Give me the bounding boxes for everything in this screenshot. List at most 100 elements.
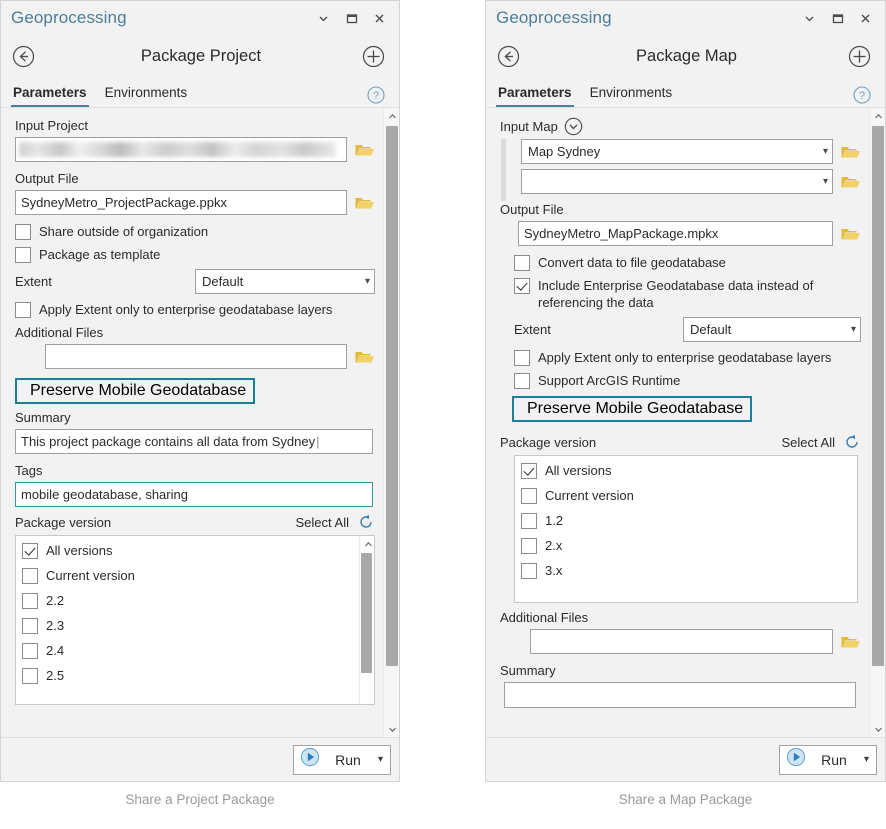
additional-files-field[interactable] — [45, 344, 347, 369]
version-item-2-2[interactable]: 2.2 — [22, 592, 359, 609]
reset-refresh-icon[interactable] — [843, 433, 861, 451]
chevron-down-icon[interactable] — [315, 10, 332, 27]
browse-folder-icon[interactable] — [840, 141, 861, 162]
version-checkbox[interactable] — [521, 463, 537, 479]
tab-parameters[interactable]: Parameters — [496, 85, 574, 107]
chevron-down-icon[interactable]: ▾ — [862, 754, 869, 765]
extent-dropdown[interactable]: Default ▾ — [683, 317, 861, 342]
select-all-link[interactable]: Select All — [296, 515, 357, 530]
input-map-dropdown-1[interactable]: Map Sydney ▾ — [521, 139, 833, 164]
version-checkbox[interactable] — [22, 668, 38, 684]
support-runtime-checkbox[interactable] — [514, 373, 530, 389]
output-file-value: SydneyMetro_ProjectPackage.ppkx — [21, 195, 227, 210]
input-project-field[interactable] — [15, 137, 347, 162]
close-icon[interactable] — [371, 10, 388, 27]
version-item-current[interactable]: Current version — [22, 567, 359, 584]
share-outside-checkbox[interactable] — [15, 224, 31, 240]
chevron-down-icon[interactable]: ▾ — [376, 754, 383, 765]
scroll-up-icon[interactable] — [384, 108, 400, 124]
convert-data-checkbox[interactable] — [514, 255, 530, 271]
scroll-down-icon[interactable] — [870, 721, 886, 737]
chevron-down-icon[interactable] — [801, 10, 818, 27]
version-item-all[interactable]: All versions — [521, 462, 857, 479]
reset-refresh-icon[interactable] — [357, 513, 375, 531]
scroll-thumb[interactable] — [361, 553, 372, 673]
browse-folder-icon[interactable] — [354, 192, 375, 213]
summary-field[interactable] — [504, 682, 856, 708]
scroll-down-icon[interactable] — [384, 721, 400, 737]
scroll-thumb[interactable] — [386, 126, 398, 666]
package-template-row[interactable]: Package as template — [15, 246, 375, 263]
version-item-all[interactable]: All versions — [22, 542, 359, 559]
output-file-field[interactable]: SydneyMetro_ProjectPackage.ppkx — [15, 190, 347, 215]
panel-toolbar: Package Map — [486, 35, 885, 77]
apply-extent-checkbox[interactable] — [15, 302, 31, 318]
browse-folder-icon[interactable] — [840, 223, 861, 244]
help-circle-icon[interactable]: ? — [853, 86, 871, 104]
input-map-dropdown-2[interactable]: ▾ — [521, 169, 833, 194]
version-checkbox[interactable] — [22, 593, 38, 609]
browse-folder-icon[interactable] — [354, 346, 375, 367]
close-icon[interactable] — [857, 10, 874, 27]
convert-data-row[interactable]: Convert data to file geodatabase — [500, 254, 861, 271]
panel-scrollbar[interactable] — [869, 108, 885, 737]
browse-folder-icon[interactable] — [354, 139, 375, 160]
version-checkbox[interactable] — [521, 488, 537, 504]
version-checkbox[interactable] — [22, 568, 38, 584]
version-checkbox[interactable] — [521, 563, 537, 579]
run-button-label: Run — [814, 752, 854, 768]
browse-folder-icon[interactable] — [840, 631, 861, 652]
window-title: Geoprocessing — [496, 8, 801, 28]
version-item-current[interactable]: Current version — [521, 487, 857, 504]
version-checkbox[interactable] — [22, 543, 38, 559]
panel-scrollbar[interactable] — [383, 108, 399, 737]
summary-value: This project package contains all data f… — [21, 434, 315, 449]
support-runtime-row[interactable]: Support ArcGIS Runtime — [500, 372, 861, 389]
version-checkbox[interactable] — [22, 643, 38, 659]
output-file-field[interactable]: SydneyMetro_MapPackage.mpkx — [518, 221, 833, 246]
share-outside-row[interactable]: Share outside of organization — [15, 223, 375, 240]
version-checkbox[interactable] — [22, 618, 38, 634]
tab-environments[interactable]: Environments — [588, 85, 675, 107]
version-item-1-2[interactable]: 1.2 — [521, 512, 857, 529]
tab-environments[interactable]: Environments — [103, 85, 190, 107]
package-version-scrollbar[interactable] — [359, 536, 374, 704]
include-enterprise-row[interactable]: Include Enterprise Geodatabase data inst… — [500, 277, 861, 311]
help-circle-icon[interactable]: ? — [367, 86, 385, 104]
plus-circle-icon[interactable] — [361, 44, 385, 68]
additional-files-field[interactable] — [530, 629, 833, 654]
tab-parameters[interactable]: Parameters — [11, 85, 89, 107]
run-button[interactable]: Run ▾ — [293, 745, 391, 775]
version-item-2-3[interactable]: 2.3 — [22, 617, 359, 634]
restore-icon[interactable] — [829, 10, 846, 27]
version-item-2-4[interactable]: 2.4 — [22, 642, 359, 659]
scroll-thumb[interactable] — [872, 126, 884, 666]
include-enterprise-checkbox[interactable] — [514, 278, 530, 294]
version-item-2-x[interactable]: 2.x — [521, 537, 857, 554]
apply-extent-row[interactable]: Apply Extent only to enterprise geodatab… — [15, 301, 375, 318]
run-button[interactable]: Run ▾ — [779, 745, 877, 775]
version-item-3-x[interactable]: 3.x — [521, 562, 857, 579]
plus-circle-icon[interactable] — [847, 44, 871, 68]
browse-folder-icon[interactable] — [840, 171, 861, 192]
restore-icon[interactable] — [343, 10, 360, 27]
package-version-list: All versions Current version 1.2 2. — [514, 455, 858, 603]
include-enterprise-label: Include Enterprise Geodatabase data inst… — [538, 277, 858, 311]
summary-field[interactable]: This project package contains all data f… — [15, 429, 373, 454]
chevron-down-circle-icon[interactable] — [564, 117, 583, 136]
back-arrow-icon[interactable] — [496, 44, 520, 68]
panel-toolbar: Package Project — [1, 35, 399, 77]
apply-extent-row[interactable]: Apply Extent only to enterprise geodatab… — [500, 349, 861, 366]
scroll-up-icon[interactable] — [360, 536, 375, 552]
back-arrow-icon[interactable] — [11, 44, 35, 68]
version-checkbox[interactable] — [521, 538, 537, 554]
package-template-checkbox[interactable] — [15, 247, 31, 263]
apply-extent-checkbox[interactable] — [514, 350, 530, 366]
version-item-2-5[interactable]: 2.5 — [22, 667, 359, 684]
select-all-link[interactable]: Select All — [782, 435, 843, 450]
tags-field[interactable]: mobile geodatabase, sharing — [15, 482, 373, 507]
extent-label: Extent — [15, 273, 52, 290]
version-checkbox[interactable] — [521, 513, 537, 529]
scroll-up-icon[interactable] — [870, 108, 886, 124]
extent-dropdown[interactable]: Default ▾ — [195, 269, 375, 294]
